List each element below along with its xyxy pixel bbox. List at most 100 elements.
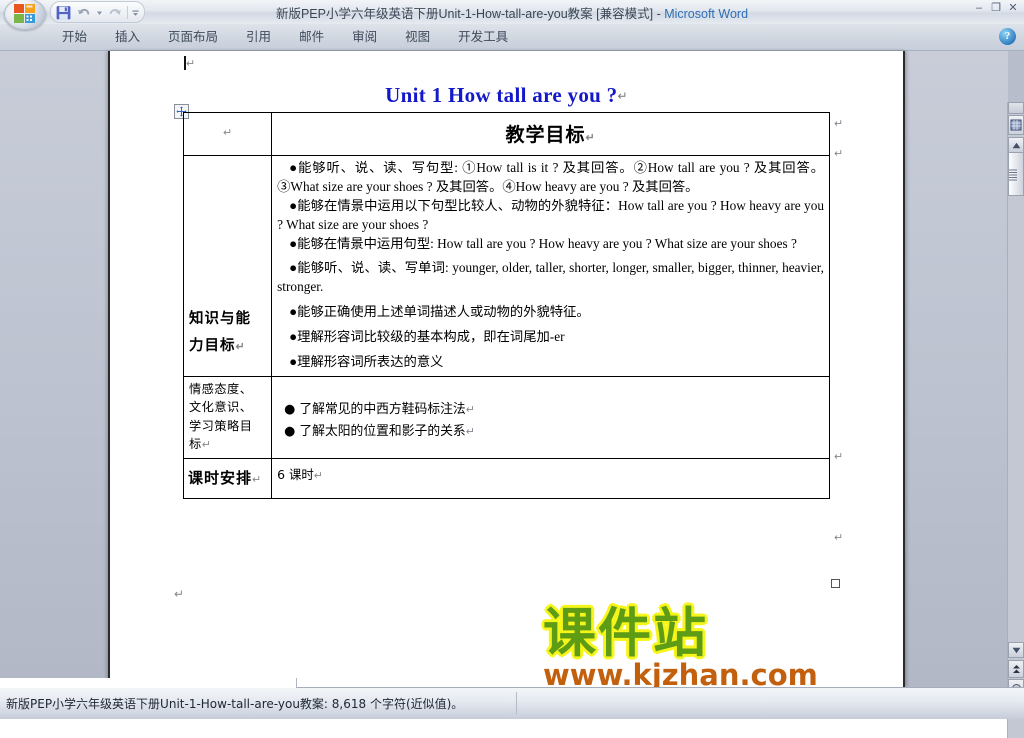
knowledge-label-paragraph-mark: ↵ [235, 340, 246, 353]
scrollbar-thumb[interactable] [1008, 152, 1024, 196]
previous-page-button[interactable] [1008, 660, 1024, 678]
scrollbar-grip-icon [1009, 169, 1017, 181]
status-bar: 新版PEP小学六年级英语下册Unit-1-How-tall-are-you教案:… [0, 678, 1024, 719]
triangle-up-icon [1012, 142, 1020, 148]
table-row: ↵ 教学目标↵ [182, 112, 830, 156]
scroll-down-button[interactable] [1008, 642, 1024, 658]
double-arrow-up-icon [1012, 664, 1020, 673]
knowledge-para-2: ●能够在情景中运用以下句型比较人、动物的外貌特征：How tall are yo… [277, 197, 824, 232]
tab-page-layout[interactable]: 页面布局 [154, 24, 232, 50]
trailing-paragraph-mark: ↵ [174, 587, 185, 601]
knowledge-para-6: ●理解形容词比较级的基本构成，即在词尾加-er [289, 329, 565, 344]
attitude-label-paragraph-mark: ↵ [201, 439, 212, 452]
first-paragraph-mark: ↵ [186, 58, 196, 70]
header-label-paragraph-mark: ↵ [222, 127, 233, 139]
row-end-mark-1: ↵ [834, 118, 844, 130]
knowledge-para-5: ●能够正确使用上述单词描述人或动物的外貌特征。 [289, 304, 590, 320]
table-cell-body-attitude[interactable]: ● 了解常见的中西方鞋码标注法↵ ● 了解太阳的位置和影子的关系↵ [271, 375, 830, 460]
page-title-text: Unit 1 How tall are you ? [385, 83, 618, 107]
knowledge-label-line1: 知识与能 [189, 311, 251, 327]
table-cell-label-attitude[interactable]: 情感态度、 文化意识、 学习策略目 标↵ [182, 375, 273, 460]
view-ruler-icon[interactable] [1008, 115, 1024, 135]
header-paragraph-mark: ↵ [585, 132, 596, 144]
tab-mailings[interactable]: 邮件 [285, 24, 338, 50]
tab-review[interactable]: 审阅 [338, 24, 391, 50]
attitude-label: 情感态度、 文化意识、 学习策略目 标↵ [184, 377, 271, 458]
table-cell-label-knowledge[interactable]: 知识与能 力目标↵ [182, 155, 273, 377]
table-header-title: 教学目标↵ [272, 113, 829, 155]
window-title-document: 新版PEP小学六年级英语下册Unit-1-How-tall-are-you教案 … [275, 7, 654, 21]
knowledge-para-7: ●理解形容词所表达的意义 [289, 353, 444, 369]
row-end-mark-3: ↵ [834, 451, 844, 463]
tab-developer[interactable]: 开发工具 [444, 24, 522, 50]
knowledge-para-4: ●能够听、说、读、写单词: younger, older, taller, sh… [277, 260, 824, 295]
attitude-bullet-2-mark: ↵ [465, 425, 475, 438]
help-icon[interactable]: ? [999, 28, 1016, 45]
tab-references[interactable]: 引用 [232, 24, 285, 50]
table-cell-body-hours[interactable]: 6 课时↵ [271, 458, 830, 500]
lesson-plan-table: ↵ 教学目标↵ 知识与能 力目标↵ ●能够听、说、读、写句型: ①How tal… [182, 112, 830, 500]
minimize-button[interactable]: – [972, 2, 986, 14]
knowledge-para-3: ●能够在情景中运用句型: How tall are you ? How heav… [289, 235, 797, 251]
attitude-label-line1: 情感态度、 [189, 381, 253, 396]
triangle-down-icon [1012, 647, 1020, 653]
knowledge-para-1: ●能够听、说、读、写句型: ①How tall is it ? 及其回答。②Ho… [277, 160, 824, 194]
table-row: 课时安排↵ 6 课时↵ [182, 458, 830, 500]
ribbon-tabs: 开始 插入 页面布局 引用 邮件 审阅 视图 开发工具 [48, 24, 522, 50]
page-title: Unit 1 How tall are you ?↵ [108, 83, 905, 108]
attitude-bullet-1: ● 了解常见的中西方鞋码标注法↵ [284, 401, 475, 417]
hours-paragraph-mark: ↵ [313, 470, 323, 483]
tab-view[interactable]: 视图 [391, 24, 444, 50]
table-cell-body-knowledge[interactable]: ●能够听、说、读、写句型: ①How tall is it ? 及其回答。②Ho… [271, 155, 830, 377]
knowledge-body: ●能够听、说、读、写句型: ①How tall is it ? 及其回答。②Ho… [272, 156, 829, 376]
attitude-bullet-2: ● 了解太阳的位置和影子的关系↵ [284, 423, 475, 439]
table-cell-label-hours[interactable]: 课时安排↵ [182, 458, 273, 500]
hours-value: 6 课时 [277, 467, 314, 483]
table-resize-handle[interactable] [831, 579, 840, 588]
row-end-mark-4: ↵ [834, 532, 844, 544]
hours-label-text: 课时安排 [188, 469, 253, 488]
tab-insert[interactable]: 插入 [101, 24, 154, 50]
knowledge-label: 知识与能 力目标↵ [184, 156, 271, 364]
ruler-glyph-icon [1010, 119, 1022, 131]
restore-button[interactable]: ❐ [989, 2, 1003, 14]
office-logo-icon [14, 4, 35, 23]
scroll-up-button[interactable] [1008, 137, 1024, 153]
document-workspace: ↵ Unit 1 How tall are you ?↵ ↵ 教学目标↵ 知识与… [0, 51, 1024, 738]
table-cell-header-title[interactable]: 教学目标↵ [271, 112, 830, 156]
window-title-separator: - [653, 7, 665, 21]
word-application-window: 新版PEP小学六年级英语下册Unit-1-How-tall-are-you教案 … [0, 0, 1024, 738]
table-row: 情感态度、 文化意识、 学习策略目 标↵ ● 了解常见的中西方鞋码标注法↵ ● … [182, 375, 830, 460]
attitude-label-line4: 标↵ [189, 437, 212, 452]
tab-home[interactable]: 开始 [48, 24, 101, 50]
vertical-scrollbar[interactable] [1007, 102, 1024, 738]
status-bar-text: 新版PEP小学六年级英语下册Unit-1-How-tall-are-you教案:… [6, 697, 464, 711]
attitude-label-line3: 学习策略目 [189, 418, 253, 433]
row-end-mark-2: ↵ [834, 148, 844, 160]
page-right-edge [903, 51, 905, 687]
watermark: 课件站 www.kjzhan.com [543, 603, 913, 693]
attitude-body: ● 了解常见的中西方鞋码标注法↵ ● 了解太阳的位置和影子的关系↵ [272, 377, 829, 447]
title-bar: 新版PEP小学六年级英语下册Unit-1-How-tall-are-you教案 … [0, 0, 1024, 30]
split-window-handle[interactable] [1008, 102, 1024, 114]
table-row: 知识与能 力目标↵ ●能够听、说、读、写句型: ①How tall is it … [182, 155, 830, 377]
status-tooltip-strip [0, 678, 297, 688]
document-page[interactable]: ↵ Unit 1 How tall are you ?↵ ↵ 教学目标↵ 知识与… [108, 51, 905, 692]
window-title-app: Microsoft Word [664, 7, 749, 21]
close-button[interactable]: ✕ [1006, 2, 1020, 14]
title-paragraph-mark: ↵ [617, 89, 628, 103]
page-left-edge [108, 51, 110, 687]
table-header-title-text: 教学目标 [505, 124, 586, 146]
hours-label: 课时安排↵ [184, 459, 271, 498]
attitude-bullet-1-mark: ↵ [465, 403, 475, 416]
window-controls: – ❐ ✕ [972, 2, 1020, 14]
hours-label-paragraph-mark: ↵ [252, 474, 262, 487]
table-cell-header-label[interactable]: ↵ [182, 112, 273, 156]
hours-body: 6 课时↵ [272, 459, 829, 487]
knowledge-label-line2: 力目标↵ [189, 337, 246, 354]
attitude-label-line2: 文化意识、 [189, 400, 253, 415]
window-title: 新版PEP小学六年级英语下册Unit-1-How-tall-are-you教案 … [0, 3, 1024, 22]
ribbon-tab-bar: 开始 插入 页面布局 引用 邮件 审阅 视图 开发工具 ? [0, 24, 1024, 51]
watermark-brand: 课件站 [543, 603, 708, 664]
status-bar-divider [516, 692, 517, 714]
